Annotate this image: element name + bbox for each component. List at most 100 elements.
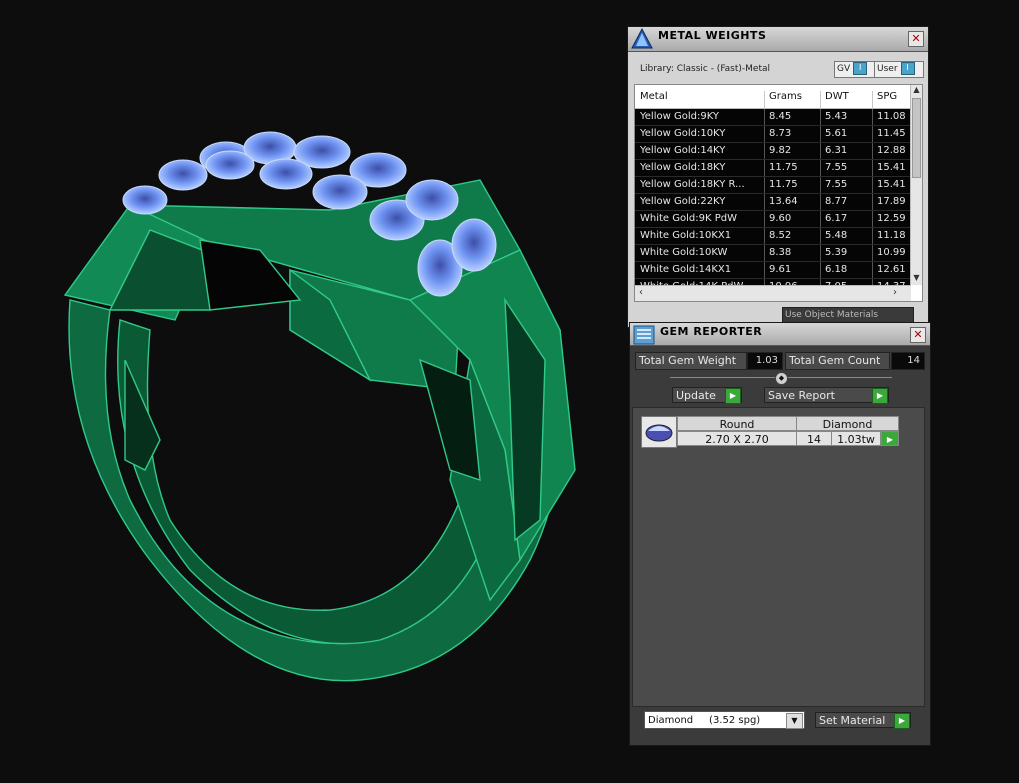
table-cell: 8.52 <box>769 230 792 241</box>
table-row[interactable]: Yellow Gold:18KY R... 11.75 7.55 15.41 <box>635 177 911 194</box>
table-cell: 9.61 <box>769 264 792 275</box>
gv-label: GV <box>837 64 851 74</box>
table-cell: 13.64 <box>769 196 798 207</box>
chevron-down-icon[interactable]: ▼ <box>786 713 803 729</box>
user-label: User <box>877 64 898 74</box>
table-cell: 6.31 <box>825 145 848 156</box>
table-cell: White Gold:9K PdW <box>640 213 737 224</box>
total-gem-weight-label: Total Gem Weight <box>635 352 747 370</box>
table-row[interactable]: White Gold:10KW 8.38 5.39 10.99 <box>635 245 911 262</box>
3d-viewport[interactable] <box>0 0 620 780</box>
table-cell: 8.45 <box>769 111 792 122</box>
table-cell: Yellow Gold:18KY <box>640 162 726 173</box>
table-cell: 5.39 <box>825 247 848 258</box>
table-row[interactable]: White Gold:14KX1 9.61 6.18 12.61 <box>635 262 911 279</box>
table-cell: Yellow Gold:14KY <box>640 145 726 156</box>
table-cell: 11.18 <box>877 230 906 241</box>
table-cell: 11.75 <box>769 179 798 190</box>
table-cell: Yellow Gold:10KY <box>640 128 726 139</box>
total-gem-count-label: Total Gem Count <box>785 352 890 370</box>
gv-toggle[interactable]: GV I <box>834 61 878 78</box>
table-cell: Yellow Gold:9KY <box>640 111 719 122</box>
gem-report-list: Round Diamond 2.70 X 2.70 14 1.03tw ▶ <box>632 407 925 707</box>
table-row[interactable]: Yellow Gold:10KY 8.73 5.61 11.45 <box>635 126 911 143</box>
table-cell: Yellow Gold:18KY R... <box>640 179 745 190</box>
total-gem-weight-value: 1.03 <box>747 352 783 370</box>
toggle-knob-icon: I <box>900 62 915 75</box>
table-cell: 7.55 <box>825 179 848 190</box>
table-row[interactable]: Yellow Gold:22KY 13.64 8.77 17.89 <box>635 194 911 211</box>
scroll-up-icon[interactable]: ▲ <box>911 85 922 97</box>
toggle-knob-icon: I <box>853 62 868 75</box>
table-cell: 9.60 <box>769 213 792 224</box>
table-cell: White Gold:10KX1 <box>640 230 732 241</box>
set-material-label: Set Material <box>819 714 886 727</box>
user-toggle[interactable]: User I <box>874 61 924 78</box>
column-header[interactable]: Grams <box>769 91 802 102</box>
table-cell: 11.45 <box>877 128 906 139</box>
update-button[interactable]: Update ▶ <box>672 387 742 404</box>
table-cell: 8.77 <box>825 196 848 207</box>
scroll-left-icon[interactable]: ‹ <box>639 287 643 298</box>
splitter-knob-icon[interactable]: ◆ <box>775 372 788 385</box>
scroll-thumb[interactable] <box>912 98 921 178</box>
table-cell: 11.08 <box>877 111 906 122</box>
close-icon[interactable]: ✕ <box>908 31 924 47</box>
update-label: Update <box>676 389 716 402</box>
table-cell: 5.43 <box>825 111 848 122</box>
library-label: Library: Classic - (Fast)-Metal <box>640 64 771 74</box>
table-cell: 5.48 <box>825 230 848 241</box>
table-cell: White Gold:14KX1 <box>640 264 732 275</box>
table-cell: 12.59 <box>877 213 906 224</box>
gem-count: 14 <box>796 431 832 446</box>
table-cell: 15.41 <box>877 179 906 190</box>
save-report-button[interactable]: Save Report ▶ <box>764 387 889 404</box>
gem-size: 2.70 X 2.70 <box>677 431 797 446</box>
table-cell: 11.75 <box>769 162 798 173</box>
gem-reporter-panel: GEM REPORTER ✕ Total Gem Weight 1.03 Tot… <box>629 322 931 746</box>
table-row[interactable]: Yellow Gold:9KY 8.45 5.43 11.08 <box>635 109 911 126</box>
ring-model <box>63 131 576 682</box>
gem-weight: 1.03tw <box>831 431 881 446</box>
gem-shape: Round <box>677 416 797 431</box>
metal-weights-titlebar[interactable]: METAL WEIGHTS ✕ <box>628 27 928 52</box>
column-header[interactable]: Metal <box>640 91 668 102</box>
scroll-right-icon[interactable]: › <box>893 287 897 298</box>
table-cell: 10.99 <box>877 247 906 258</box>
table-body: Yellow Gold:9KY 8.45 5.43 11.08 Yellow Gold:… <box>635 109 911 296</box>
set-material-button[interactable]: Set Material ▶ <box>815 712 911 729</box>
table-row[interactable]: Yellow Gold:14KY 9.82 6.31 12.88 <box>635 143 911 160</box>
play-icon: ▶ <box>725 388 741 404</box>
close-icon[interactable]: ✕ <box>910 327 926 343</box>
table-cell: 8.73 <box>769 128 792 139</box>
round-gem-icon[interactable] <box>641 416 677 448</box>
column-header[interactable]: DWT <box>825 91 849 102</box>
play-icon: ▶ <box>872 388 888 404</box>
table-cell: 17.89 <box>877 196 906 207</box>
scroll-down-icon[interactable]: ▼ <box>911 273 922 285</box>
table-cell: 12.61 <box>877 264 906 275</box>
table-row[interactable]: White Gold:9K PdW 9.60 6.17 12.59 <box>635 211 911 228</box>
play-icon: ▶ <box>894 713 910 729</box>
gem-reporter-logo-icon <box>633 325 655 345</box>
table-cell: 7.55 <box>825 162 848 173</box>
table-cell: 15.41 <box>877 162 906 173</box>
metal-weights-logo-icon <box>631 28 653 49</box>
material-select-value: Diamond (3.52 spg) <box>648 715 761 726</box>
panel-title: GEM REPORTER <box>660 325 763 338</box>
material-select[interactable]: Diamond (3.52 spg) ▼ <box>644 711 805 729</box>
table-row[interactable]: White Gold:10KX1 8.52 5.48 11.18 <box>635 228 911 245</box>
total-gem-count-value: 14 <box>891 352 925 370</box>
gem-reporter-titlebar[interactable]: GEM REPORTER ✕ <box>630 323 930 346</box>
table-cell: 6.17 <box>825 213 848 224</box>
panel-title: METAL WEIGHTS <box>658 29 767 42</box>
table-cell: 8.38 <box>769 247 792 258</box>
table-cell: 6.18 <box>825 264 848 275</box>
column-header[interactable]: SPG <box>877 91 897 102</box>
gem-entry-play-icon[interactable]: ▶ <box>881 431 899 446</box>
table-row[interactable]: Yellow Gold:18KY 11.75 7.55 15.41 <box>635 160 911 177</box>
vertical-scrollbar[interactable]: ▲ ▼ <box>910 85 922 285</box>
horizontal-scrollbar[interactable]: ‹ › <box>635 285 911 301</box>
table-cell: 5.61 <box>825 128 848 139</box>
table-cell: 12.88 <box>877 145 906 156</box>
